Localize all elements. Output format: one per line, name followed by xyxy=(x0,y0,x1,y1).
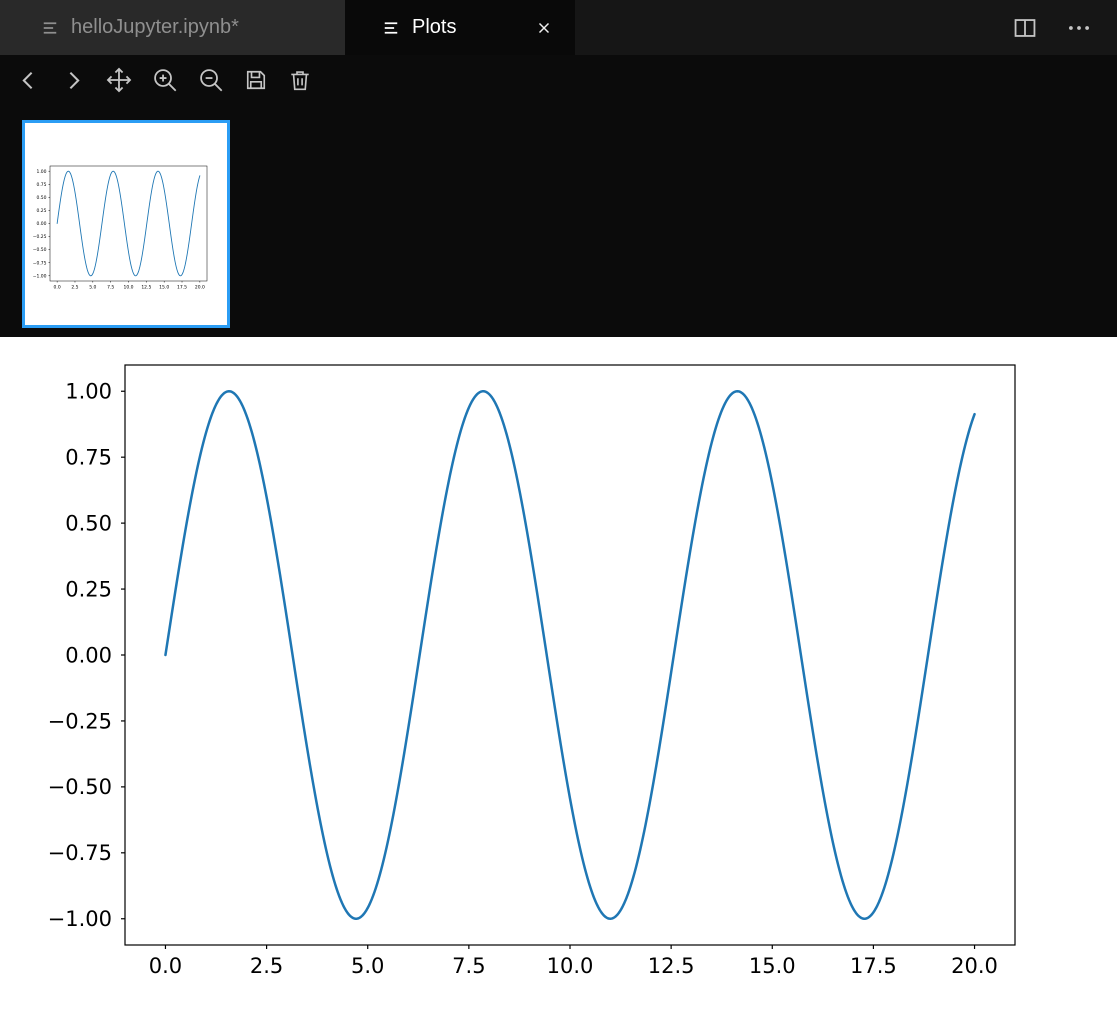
notebook-icon xyxy=(40,18,60,38)
svg-text:7.5: 7.5 xyxy=(452,954,485,978)
svg-text:−0.75: −0.75 xyxy=(48,841,112,865)
zoom-in-button[interactable] xyxy=(150,65,180,95)
zoom-out-icon xyxy=(198,67,224,93)
editor-tab-bar: helloJupyter.ipynb* Plots xyxy=(0,0,1117,55)
tab-bar-spacer xyxy=(575,0,987,55)
svg-text:0.00: 0.00 xyxy=(65,643,112,667)
pan-button[interactable] xyxy=(104,65,134,95)
svg-text:0.75: 0.75 xyxy=(36,182,46,188)
editor-actions xyxy=(987,0,1117,55)
svg-text:15.0: 15.0 xyxy=(159,285,169,291)
svg-text:1.00: 1.00 xyxy=(36,169,46,175)
trash-icon xyxy=(288,68,312,92)
plot-canvas: 0.0 2.5 5.0 7.5 10.0 12.5 15.0 17.5 20.0 1.00 0.75… xyxy=(0,337,1117,1010)
split-editor-icon[interactable] xyxy=(1013,16,1037,40)
svg-text:10.0: 10.0 xyxy=(123,285,133,291)
tab-label: helloJupyter.ipynb* xyxy=(71,16,239,38)
svg-text:−0.25: −0.25 xyxy=(33,234,47,240)
delete-plot-button[interactable] xyxy=(286,66,314,94)
save-plot-button[interactable] xyxy=(242,66,270,94)
close-tab-icon[interactable] xyxy=(531,15,557,41)
svg-text:5.0: 5.0 xyxy=(89,285,96,291)
svg-text:2.5: 2.5 xyxy=(250,954,283,978)
tab-plots[interactable]: Plots xyxy=(345,0,575,55)
svg-text:5.0: 5.0 xyxy=(351,954,384,978)
pan-icon xyxy=(106,67,132,93)
svg-text:−0.75: −0.75 xyxy=(33,260,47,266)
svg-text:12.5: 12.5 xyxy=(648,954,695,978)
chevron-right-icon xyxy=(61,68,86,93)
svg-text:0.75: 0.75 xyxy=(65,446,112,470)
svg-text:0.00: 0.00 xyxy=(36,221,46,227)
svg-text:15.0: 15.0 xyxy=(749,954,796,978)
chevron-left-icon xyxy=(16,68,41,93)
tab-hellojupyter[interactable]: helloJupyter.ipynb* xyxy=(0,0,345,55)
svg-text:2.5: 2.5 xyxy=(71,285,78,291)
svg-text:20.0: 20.0 xyxy=(195,285,205,291)
svg-text:0.25: 0.25 xyxy=(36,208,46,214)
svg-text:0.50: 0.50 xyxy=(65,511,112,535)
plot-toolbar xyxy=(0,55,1117,105)
zoom-out-button[interactable] xyxy=(196,65,226,95)
svg-text:17.5: 17.5 xyxy=(177,285,187,291)
tab-label: Plots xyxy=(412,16,457,38)
svg-text:−1.00: −1.00 xyxy=(48,907,112,931)
svg-text:12.5: 12.5 xyxy=(141,285,151,291)
svg-text:−0.50: −0.50 xyxy=(48,775,112,799)
svg-text:1.00: 1.00 xyxy=(65,380,112,404)
save-icon xyxy=(244,68,268,92)
thumbnail-chart: 0.0 2.5 5.0 7.5 10.0 12.5 15.0 17.5 20.0 1.00 0.75… xyxy=(33,165,208,291)
svg-text:−0.25: −0.25 xyxy=(48,709,112,733)
plot-thumbnail[interactable]: 0.0 2.5 5.0 7.5 10.0 12.5 15.0 17.5 20.0 1.00 0.75… xyxy=(22,120,230,328)
svg-text:20.0: 20.0 xyxy=(951,954,998,978)
next-plot-button[interactable] xyxy=(59,66,88,95)
svg-text:0.25: 0.25 xyxy=(65,577,112,601)
svg-text:7.5: 7.5 xyxy=(107,285,114,291)
svg-text:−1.00: −1.00 xyxy=(33,273,47,279)
previous-plot-button[interactable] xyxy=(14,66,43,95)
svg-text:0.0: 0.0 xyxy=(149,954,182,978)
sine-wave-chart: 0.0 2.5 5.0 7.5 10.0 12.5 15.0 17.5 20.0 1.00 0.75… xyxy=(48,364,1016,978)
svg-text:0.0: 0.0 xyxy=(54,285,61,291)
svg-text:0.50: 0.50 xyxy=(36,195,46,201)
svg-text:10.0: 10.0 xyxy=(547,954,594,978)
svg-text:17.5: 17.5 xyxy=(850,954,897,978)
more-actions-icon[interactable] xyxy=(1067,16,1091,40)
plots-panel: helloJupyter.ipynb* Plots 0.0 2.5 5.0 7.… xyxy=(0,0,1117,1010)
notebook-icon xyxy=(381,18,401,38)
zoom-in-icon xyxy=(152,67,178,93)
svg-text:−0.50: −0.50 xyxy=(33,247,47,253)
thumbnail-strip: 0.0 2.5 5.0 7.5 10.0 12.5 15.0 17.5 20.0 1.00 0.75… xyxy=(0,105,1117,337)
